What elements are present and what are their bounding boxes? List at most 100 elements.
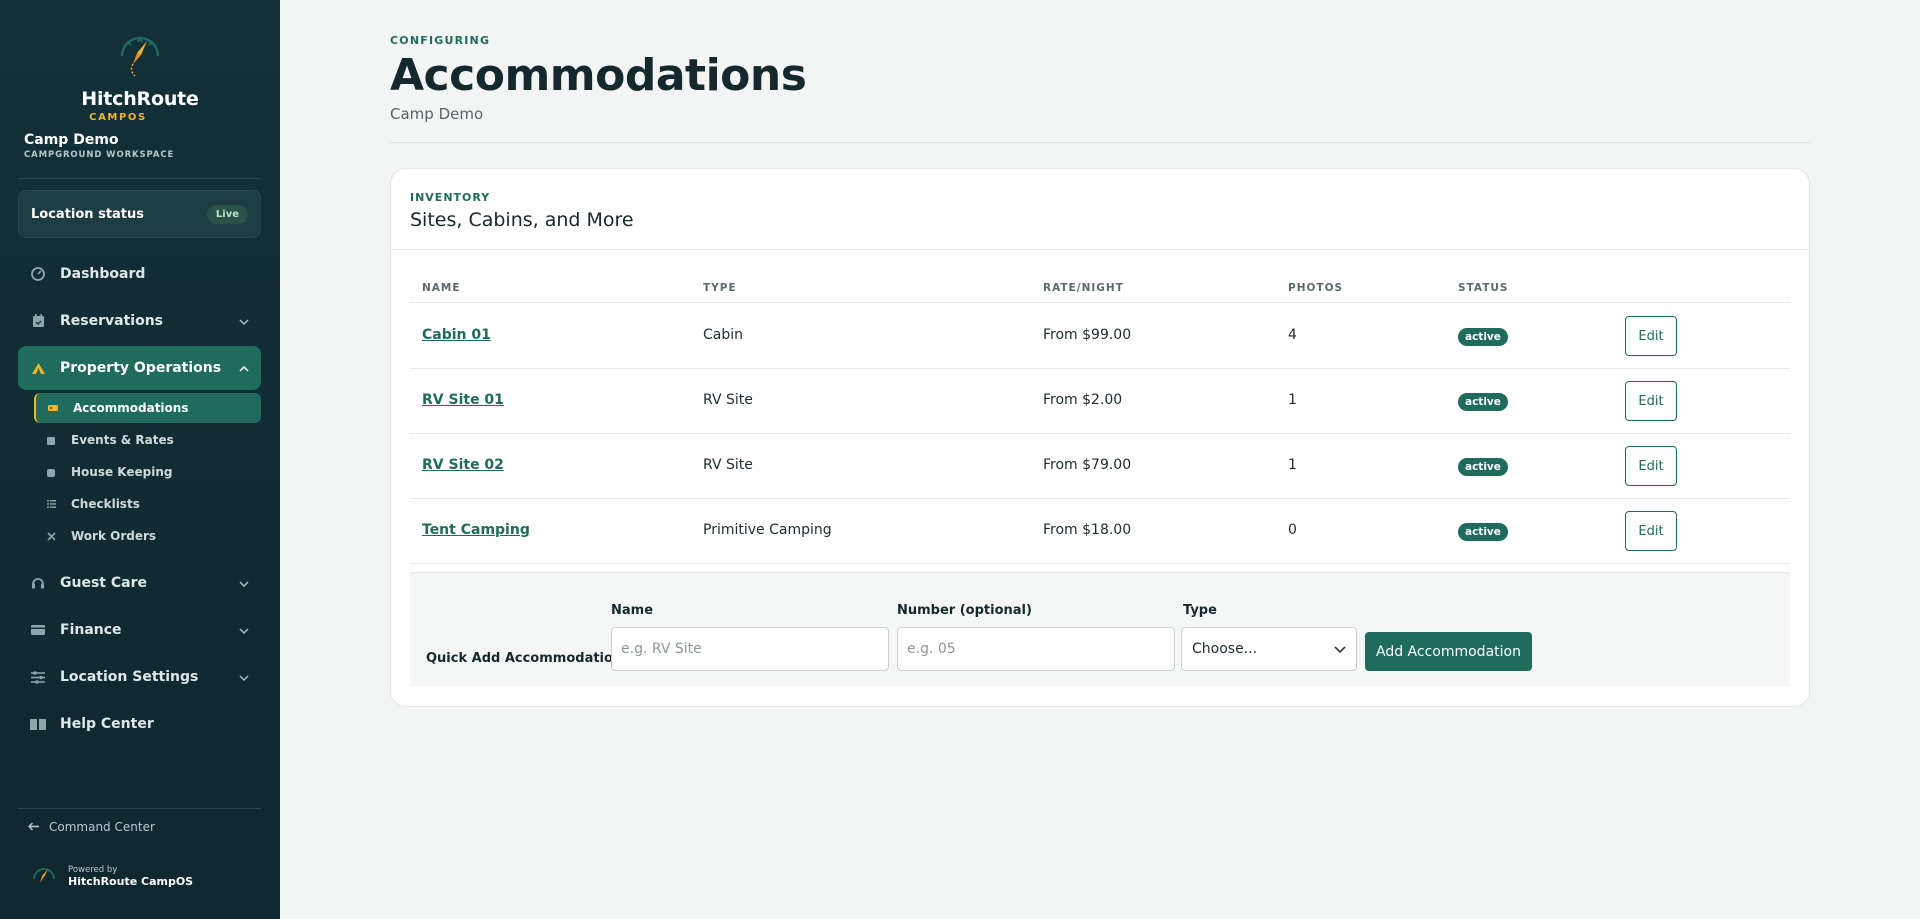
sidebar-divider bbox=[18, 808, 261, 809]
accommodation-photos: 4 bbox=[1288, 327, 1297, 343]
command-center-link[interactable]: Command Center bbox=[27, 820, 155, 834]
calendar-icon bbox=[30, 313, 46, 329]
accommodation-type: RV Site bbox=[703, 457, 753, 473]
sidebar-item-finance[interactable]: Finance bbox=[18, 608, 261, 652]
accommodation-name-link[interactable]: Cabin 01 bbox=[422, 327, 491, 343]
column-header-rate: RATE/NIGHT bbox=[1043, 282, 1124, 294]
chevron-down-icon bbox=[239, 315, 249, 328]
tools-icon bbox=[46, 531, 56, 541]
card-divider bbox=[391, 249, 1809, 250]
sidebar-item-location-settings[interactable]: Location Settings bbox=[18, 655, 261, 699]
sidebar-item-help-center[interactable]: Help Center bbox=[18, 702, 261, 746]
name-field-label: Name bbox=[611, 603, 654, 618]
command-center-label: Command Center bbox=[49, 820, 155, 834]
location-status-label: Location status bbox=[31, 206, 145, 222]
sidebar-item-reservations[interactable]: Reservations bbox=[18, 299, 261, 343]
accommodation-rate: From $99.00 bbox=[1043, 327, 1132, 343]
tag-icon bbox=[48, 403, 58, 413]
sidebar-item-label: Dashboard bbox=[60, 266, 146, 282]
type-select[interactable]: Choose... bbox=[1181, 627, 1357, 671]
column-header-photos: PHOTOS bbox=[1288, 282, 1344, 294]
sidebar-nav: Dashboard Reservations Property Operatio… bbox=[18, 252, 261, 749]
chevron-down-icon bbox=[239, 624, 249, 637]
tent-icon bbox=[30, 360, 46, 376]
clipboard-icon bbox=[46, 467, 56, 477]
page-eyebrow: CONFIGURING bbox=[390, 34, 491, 47]
accommodation-type: Primitive Camping bbox=[703, 522, 832, 538]
sidebar-item-label: Finance bbox=[60, 622, 122, 638]
sidebar-subitem-work-orders[interactable]: Work Orders bbox=[34, 521, 261, 551]
table-header: NAME TYPE RATE/NIGHT PHOTOS STATUS bbox=[410, 277, 1790, 303]
add-accommodation-button[interactable]: Add Accommodation bbox=[1365, 632, 1532, 671]
status-badge: active bbox=[1458, 328, 1508, 346]
workspace: Camp Demo CAMPGROUND WORKSPACE bbox=[24, 132, 174, 160]
column-header-type: TYPE bbox=[703, 282, 737, 294]
sidebar-item-label: Location Settings bbox=[60, 669, 199, 685]
table-row: RV Site 01 RV Site From $2.00 1 active E… bbox=[410, 369, 1790, 434]
edit-button[interactable]: Edit bbox=[1625, 316, 1677, 356]
live-badge: Live bbox=[206, 204, 248, 224]
brand-sub: CAMPOS bbox=[89, 112, 147, 123]
accommodation-rate: From $2.00 bbox=[1043, 392, 1123, 408]
chevron-up-icon bbox=[239, 362, 249, 375]
column-header-status: STATUS bbox=[1458, 282, 1509, 294]
column-header-name: NAME bbox=[422, 282, 461, 294]
sidebar-subitem-house-keeping[interactable]: House Keeping bbox=[34, 457, 261, 487]
table-row: Tent Camping Primitive Camping From $18.… bbox=[410, 499, 1790, 564]
table-row: Cabin 01 Cabin From $99.00 4 active Edit bbox=[410, 304, 1790, 369]
list-icon bbox=[46, 499, 56, 509]
subitem-label: Accommodations bbox=[73, 401, 189, 415]
type-field-label: Type bbox=[1183, 603, 1217, 618]
sidebar-subitem-checklists[interactable]: Checklists bbox=[34, 489, 261, 519]
sidebar-item-guest-care[interactable]: Guest Care bbox=[18, 561, 261, 605]
sidebar-subitem-events-rates[interactable]: Events & Rates bbox=[34, 425, 261, 455]
location-status[interactable]: Location status Live bbox=[18, 190, 261, 238]
sidebar-subitem-accommodations[interactable]: Accommodations bbox=[34, 393, 261, 423]
powered-by: Powered by HitchRoute CampOS bbox=[30, 862, 193, 890]
sidebar-item-dashboard[interactable]: Dashboard bbox=[18, 252, 261, 296]
brand: HitchRoute CAMPOS bbox=[0, 26, 280, 123]
quick-add-title: Quick Add Accommodation bbox=[426, 651, 623, 666]
type-select-value: Choose... bbox=[1192, 641, 1258, 657]
card-title: Sites, Cabins, and More bbox=[410, 209, 634, 231]
sidebar-item-label: Property Operations bbox=[60, 360, 222, 376]
accommodation-rate: From $18.00 bbox=[1043, 522, 1132, 538]
edit-button[interactable]: Edit bbox=[1625, 446, 1677, 486]
subitem-label: Checklists bbox=[71, 497, 140, 511]
property-operations-subnav: Accommodations Events & Rates House Keep… bbox=[34, 393, 261, 551]
status-badge: active bbox=[1458, 393, 1508, 411]
sidebar-item-label: Reservations bbox=[60, 313, 163, 329]
number-input[interactable] bbox=[897, 627, 1175, 671]
accommodation-photos: 0 bbox=[1288, 522, 1297, 538]
edit-button[interactable]: Edit bbox=[1625, 511, 1677, 551]
powered-by-label: Powered by bbox=[68, 864, 118, 875]
accommodation-photos: 1 bbox=[1288, 392, 1297, 408]
subitem-label: Events & Rates bbox=[71, 433, 174, 447]
chevron-down-icon bbox=[1334, 642, 1346, 656]
accommodation-type: RV Site bbox=[703, 392, 753, 408]
status-badge: active bbox=[1458, 458, 1508, 476]
wallet-icon bbox=[30, 622, 46, 638]
table-row: RV Site 02 RV Site From $79.00 1 active … bbox=[410, 434, 1790, 499]
edit-button[interactable]: Edit bbox=[1625, 381, 1677, 421]
chevron-down-icon bbox=[239, 577, 249, 590]
accommodation-name-link[interactable]: Tent Camping bbox=[422, 522, 530, 538]
arrow-left-icon bbox=[27, 820, 39, 834]
calendar-icon bbox=[46, 435, 56, 445]
accommodation-rate: From $79.00 bbox=[1043, 457, 1132, 473]
workspace-name: Camp Demo bbox=[24, 132, 119, 148]
sidebar-item-property-operations[interactable]: Property Operations bbox=[18, 346, 261, 390]
name-input[interactable] bbox=[611, 627, 889, 671]
compass-logo-icon bbox=[33, 868, 55, 883]
powered-by-name: HitchRoute CampOS bbox=[68, 874, 194, 888]
sliders-icon bbox=[30, 669, 46, 685]
book-icon bbox=[30, 716, 46, 732]
accommodation-name-link[interactable]: RV Site 02 bbox=[422, 457, 504, 473]
chevron-down-icon bbox=[239, 671, 249, 684]
compass-logo-icon bbox=[120, 36, 160, 77]
dashboard-icon bbox=[30, 266, 46, 282]
accommodation-name-link[interactable]: RV Site 01 bbox=[422, 392, 504, 408]
inventory-card: INVENTORY Sites, Cabins, and More NAME T… bbox=[390, 168, 1810, 707]
sidebar-item-label: Guest Care bbox=[60, 575, 147, 591]
sidebar-divider bbox=[18, 178, 261, 179]
